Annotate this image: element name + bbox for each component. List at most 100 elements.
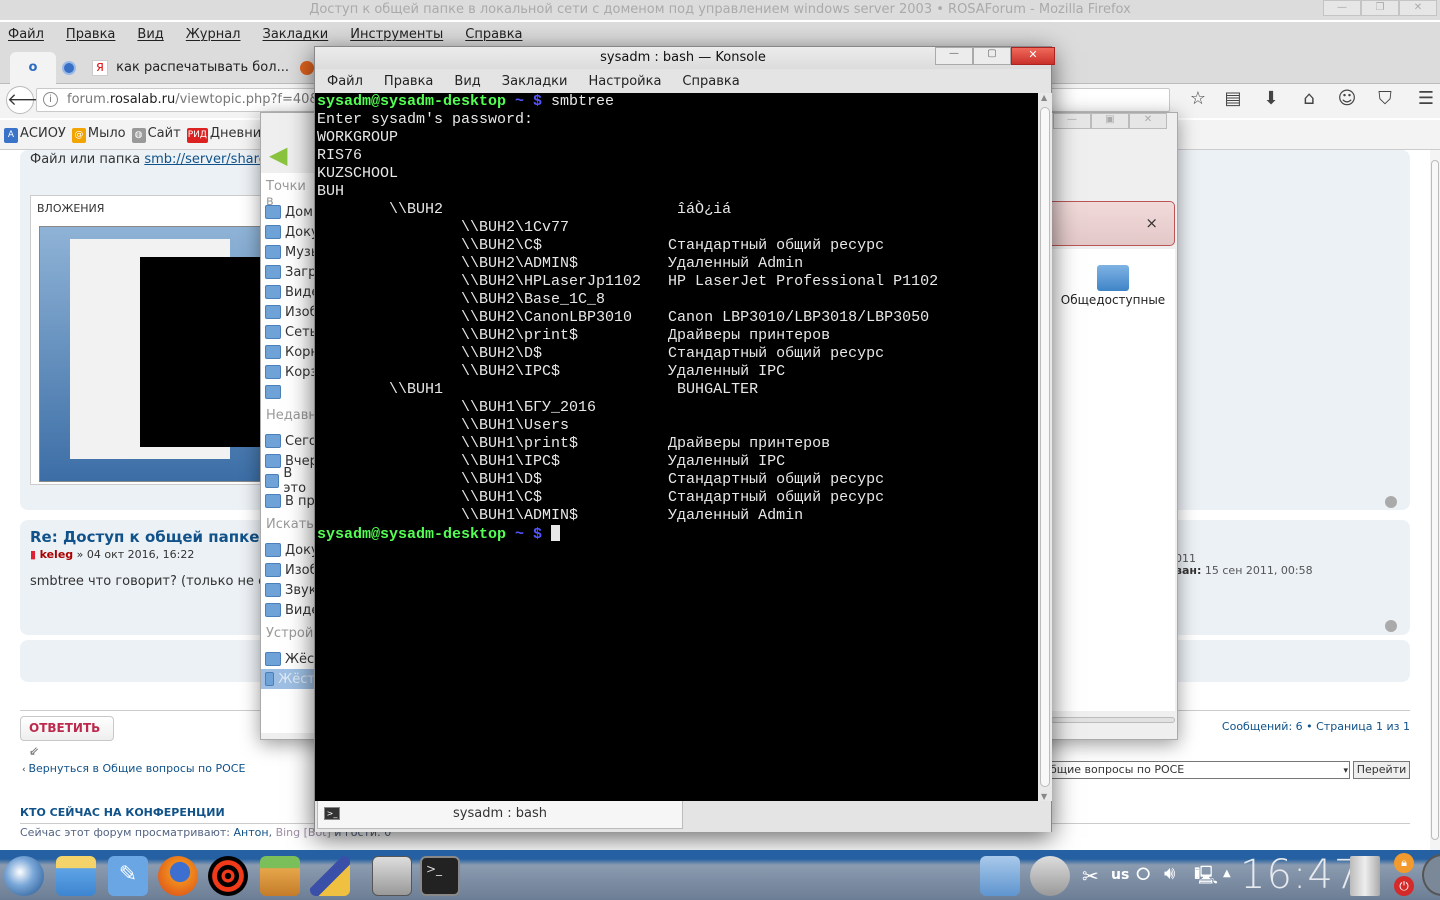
folder-public[interactable]: Общедоступные [1051, 293, 1175, 307]
konsole-menu-item[interactable]: Справка [682, 71, 739, 93]
maximize-button[interactable]: ▢ [973, 47, 1011, 65]
attachment-screenshot-thumbnail[interactable] [39, 226, 264, 482]
info-icon[interactable]: i [43, 92, 58, 107]
close-button[interactable]: ✕ [1129, 113, 1167, 129]
places-item[interactable]: В пр [265, 491, 315, 511]
places-item[interactable]: Изоб [265, 560, 315, 580]
places-item[interactable]: В это [265, 466, 315, 496]
network-icon[interactable]: 🖳 [1194, 863, 1218, 893]
tab-2[interactable] [58, 52, 80, 84]
tab-active[interactable]: o [10, 52, 56, 84]
jump-select[interactable]: бщие вопросы по РОСЕ ▾ [1047, 761, 1350, 779]
bookmark-item[interactable]: A АСИОУ [4, 126, 66, 143]
pocket-icon[interactable]: ⛉ [1366, 88, 1404, 109]
konsole-menu-item[interactable]: Настройка [588, 71, 661, 93]
menu-item[interactable]: Правка [66, 22, 115, 48]
maximize-button[interactable]: ▣ [1091, 113, 1129, 129]
online-user[interactable]: Антон [234, 826, 269, 839]
minimize-button[interactable]: — [1323, 0, 1361, 16]
trash-icon[interactable] [1350, 856, 1380, 896]
settings-gear-icon[interactable] [1030, 856, 1070, 896]
minimize-button[interactable]: — [1053, 113, 1091, 129]
tray-expand-icon[interactable]: ▲ [1223, 868, 1231, 879]
firefox-icon[interactable] [158, 856, 198, 896]
konsole-tab[interactable]: >_ sysadm : bash [317, 801, 683, 829]
text-editor-icon[interactable]: ✎ [108, 856, 148, 896]
volume-icon[interactable]: 🔊︎ [1164, 863, 1175, 884]
clock[interactable]: 16:47 [1240, 852, 1360, 898]
reply-button[interactable]: ОТВЕТИТЬ ⇙ [20, 716, 114, 758]
places-item[interactable]: Виде [265, 600, 315, 620]
places-item[interactable]: Загр [265, 262, 315, 282]
error-close-icon[interactable]: × [1145, 214, 1158, 232]
places-item[interactable]: Жёст [261, 669, 315, 689]
places-item[interactable]: Виде [265, 282, 315, 302]
back-button[interactable]: 🡐 [6, 86, 53, 114]
chat-icon[interactable]: ☺ [1328, 88, 1366, 109]
bookmark-item[interactable]: РИД Дневник [186, 126, 269, 143]
places-item[interactable]: Корн [265, 342, 315, 362]
places-item[interactable] [265, 382, 285, 402]
places-item[interactable]: Жёст [265, 649, 315, 669]
konsole-menu-item[interactable]: Правка [384, 71, 433, 93]
jump-button[interactable]: Перейти [1353, 761, 1410, 779]
places-item[interactable]: Сеть [265, 322, 315, 342]
terminal-scrollbar[interactable]: ▲ ▼ [1038, 93, 1052, 801]
scrollbar-thumb[interactable] [1431, 160, 1439, 840]
target-app-icon[interactable] [208, 856, 248, 896]
archive-manager-icon[interactable] [260, 856, 300, 896]
bookmark-item[interactable]: @ Мыло [71, 126, 126, 143]
lock-icon[interactable]: 🔒︎ [1394, 853, 1414, 873]
tab-3[interactable]: Я как распечатывать бол... × [88, 52, 298, 107]
bookmark-star-icon[interactable]: ☆ [1182, 88, 1214, 109]
close-button[interactable]: ✕ [1399, 0, 1437, 16]
scroll-top-icon[interactable] [1385, 496, 1397, 508]
scroll-up-icon[interactable]: ▲ [1041, 93, 1047, 102]
network-folder-icon[interactable] [980, 856, 1020, 896]
panel-menu-icon[interactable] [1422, 854, 1440, 896]
back-link[interactable]: ‹ Вернуться в Общие вопросы по РОСЕ [22, 762, 245, 775]
menu-item[interactable]: Справка [465, 22, 522, 48]
horizontal-scrollbar[interactable] [1051, 717, 1175, 723]
konsole-menu-item[interactable]: Файл [327, 71, 363, 93]
usb-icon[interactable]: ⭘ [1136, 864, 1150, 885]
downloads-icon[interactable]: ⬇ [1252, 88, 1290, 109]
bookmark-item[interactable]: ◍ Сайт [131, 126, 181, 143]
terminal-output[interactable]: sysadm@sysadm-desktop ~ $ smbtree Enter s… [315, 93, 1038, 801]
back-arrow-icon[interactable]: ◀ [269, 143, 293, 167]
close-button[interactable]: ✕ [1011, 47, 1055, 65]
terminal-icon[interactable]: >_ [420, 856, 460, 896]
scissors-icon[interactable]: ✂ [1082, 864, 1099, 888]
scroll-down-icon[interactable]: ▼ [1041, 792, 1047, 801]
places-item[interactable]: Дом [265, 202, 313, 222]
page-scrollbar[interactable] [1430, 150, 1440, 850]
menu-item[interactable]: Вид [137, 22, 163, 48]
file-manager-icon[interactable] [56, 856, 96, 896]
post-author[interactable]: keleg [40, 548, 74, 561]
scanner-icon[interactable] [310, 856, 350, 896]
places-item[interactable]: Звук [265, 580, 315, 600]
menu-item[interactable]: Файл [8, 22, 44, 48]
konsole-menu-item[interactable]: Вид [454, 71, 480, 93]
menu-item[interactable]: Журнал [186, 22, 241, 48]
places-item[interactable]: Корз [265, 362, 315, 382]
places-item[interactable]: Доку [265, 222, 315, 242]
places-item[interactable]: Музы [265, 242, 315, 262]
minimize-button[interactable]: — [935, 47, 973, 65]
smb-link[interactable]: smb://server/share [144, 152, 266, 167]
places-item[interactable]: Доку [265, 540, 315, 560]
scroll-top-icon[interactable] [1385, 620, 1397, 632]
power-icon[interactable]: ⏻ [1394, 876, 1414, 896]
disk-utility-icon[interactable] [372, 856, 412, 896]
menu-item[interactable]: Инструменты [350, 22, 443, 48]
konsole-menu-item[interactable]: Закладки [502, 71, 568, 93]
keyboard-layout[interactable]: us [1111, 867, 1129, 883]
places-item[interactable]: Сего [265, 431, 315, 451]
menu-icon[interactable]: ☰ [1404, 88, 1440, 109]
menu-item[interactable]: Закладки [263, 22, 329, 48]
maximize-button[interactable]: ❐ [1361, 0, 1399, 16]
places-item[interactable]: Изоб [265, 302, 315, 322]
start-menu-icon[interactable] [4, 856, 44, 896]
scrollbar-thumb[interactable] [1040, 107, 1050, 787]
bookmarks-list-icon[interactable]: ▤ [1214, 88, 1252, 109]
